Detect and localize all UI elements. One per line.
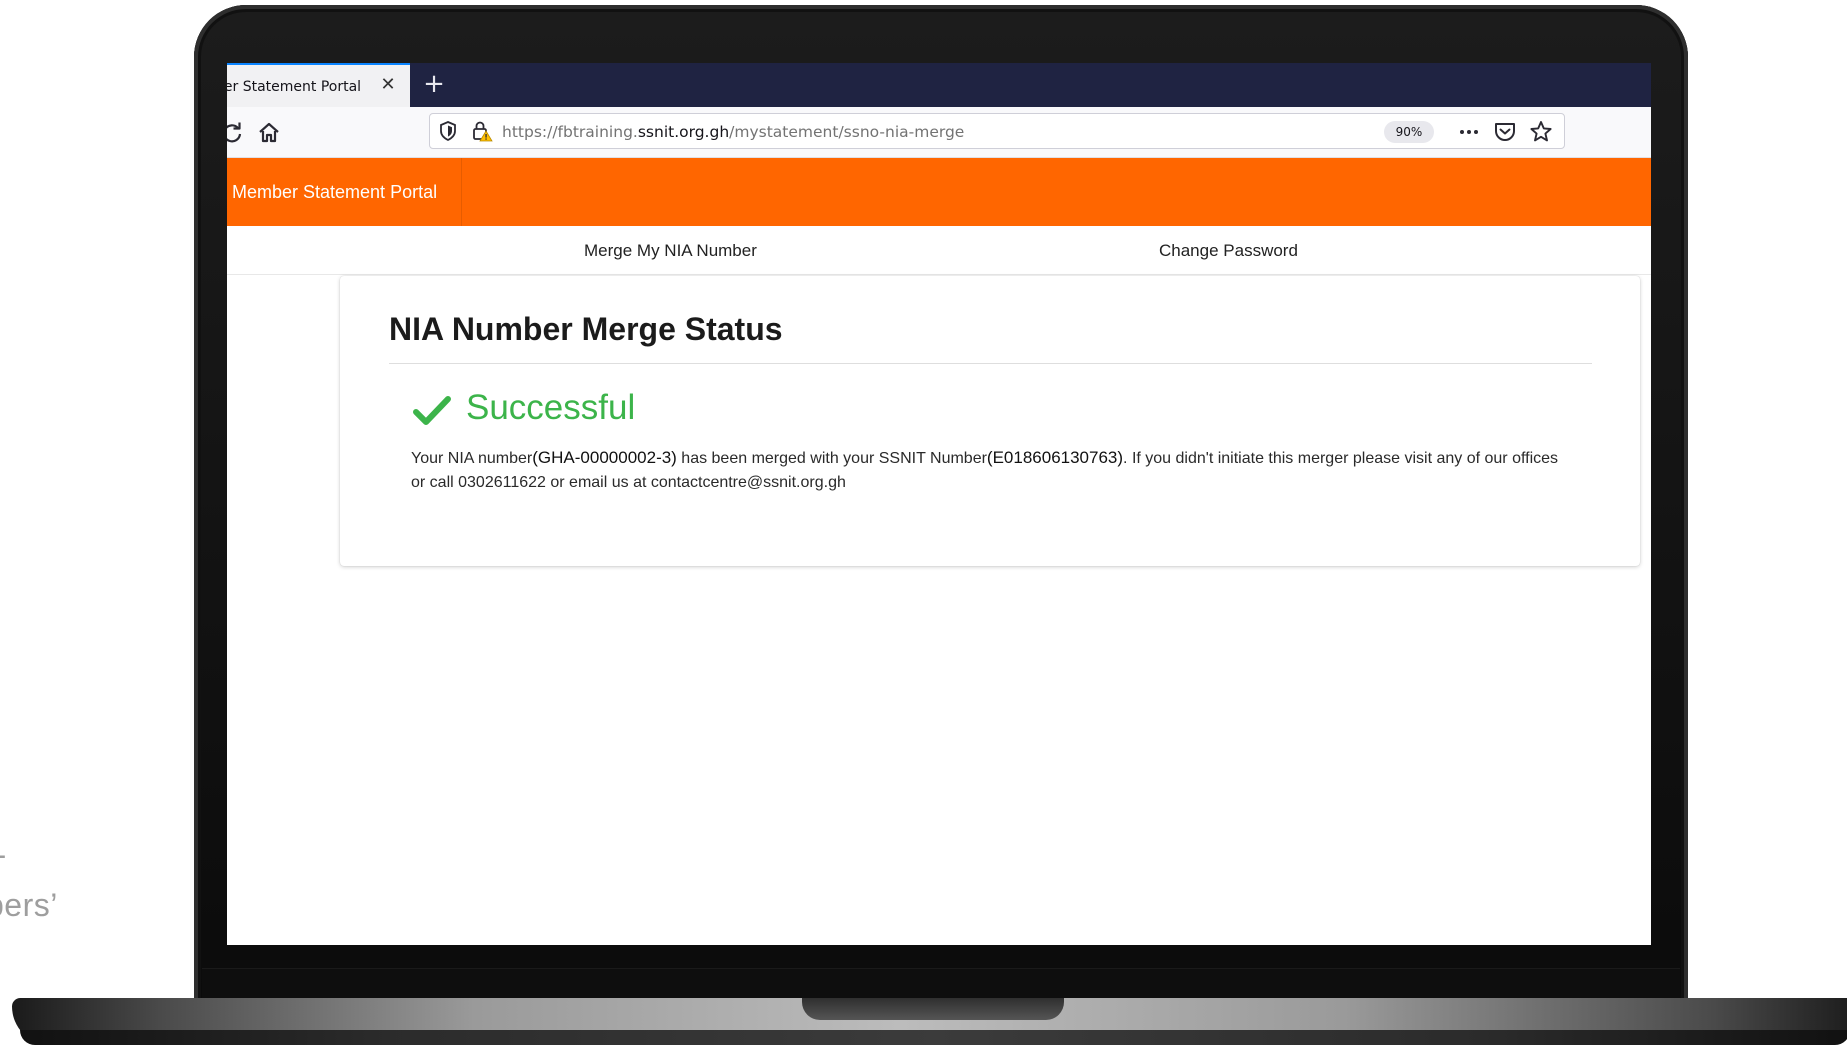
message-part1: Your NIA number [411,450,533,467]
site-header: IT Member Statement Portal [227,158,1651,226]
site-nav: Merge My NIA Number Change Password [227,226,1651,275]
more-icon-graphic [1460,130,1478,134]
star-icon-graphic [1530,121,1552,142]
site-brand[interactable]: IT Member Statement Portal [227,158,463,226]
site-brand-text: IT Member Statement Portal [227,182,437,202]
close-icon[interactable]: ✕ [378,75,398,95]
shield-icon-graphic [440,121,456,142]
checkmark-icon [413,395,451,427]
lock-warning-icon[interactable] [470,119,496,145]
shield-icon[interactable] [436,119,462,145]
url-path: /mystatement/ssno-nia-merge [729,123,965,141]
ssnit-number: (E018606130763) [986,448,1124,467]
url-host: ssnit.org.gh [637,123,730,141]
url-text[interactable]: https://fbtraining.ssnit.org.gh/mystatem… [502,123,964,141]
checkmark-icon-graphic [413,396,451,425]
home-icon-graphic [259,122,279,143]
reload-icon[interactable] [227,120,245,146]
background-caption-line1: T [0,849,6,885]
browser-tab[interactable]: ber Statement Portal ✕ [227,63,410,107]
status-text: Successful [466,388,636,427]
message-part2: has been merged with your SSNIT Number [676,450,987,467]
home-icon[interactable] [256,120,282,146]
stage: T bers’ ber Statement Portal ✕ + [0,0,1847,1045]
nia-number: (GHA-00000002-3) [532,448,677,467]
pocket-icon-graphic [1495,123,1515,141]
nav-change-password[interactable]: Change Password [1159,241,1298,261]
laptop-base-shadow [20,1030,1847,1045]
zoom-level-badge[interactable]: 90% [1384,121,1434,143]
merge-status-panel: NIA Number Merge Status Successful Your … [340,276,1640,566]
page-title: NIA Number Merge Status [389,311,783,347]
nav-merge-nia-number[interactable]: Merge My NIA Number [584,241,757,261]
star-icon[interactable] [1528,119,1554,145]
browser-tab-title: ber Statement Portal [227,79,362,95]
browser-toolbar: https://fbtraining.ssnit.org.gh/mystatem… [227,107,1651,158]
new-tab-button[interactable]: + [419,69,449,99]
laptop-notch [802,998,1064,1020]
background-caption-line2: bers’ [0,887,58,923]
lock-warning-icon-graphic [473,121,493,142]
laptop-bezel-bottom [202,968,1680,999]
url-bar[interactable]: https://fbtraining.ssnit.org.gh/mystatem… [429,113,1565,149]
title-divider [389,363,1592,364]
pocket-icon[interactable] [1492,119,1518,145]
url-prefix: https://fbtraining. [502,123,638,141]
browser-tab-strip: ber Statement Portal ✕ + [227,63,1651,107]
background-caption: T bers’ [0,848,58,924]
laptop-screen: ber Statement Portal ✕ + https://fbtrain… [227,63,1651,945]
status-message: Your NIA number(GHA-00000002-3) has been… [411,446,1571,495]
site-brand-name: Member Statement Portal [227,182,438,202]
reload-icon-graphic [227,122,242,143]
more-icon[interactable] [1456,119,1482,145]
